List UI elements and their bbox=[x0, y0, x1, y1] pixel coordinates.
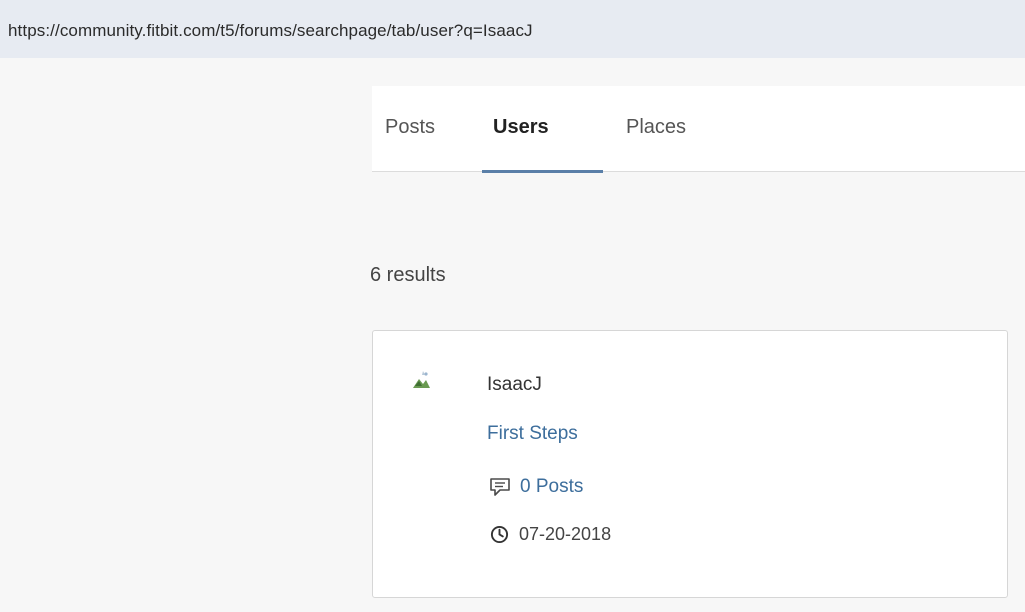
active-tab-indicator bbox=[482, 170, 603, 173]
user-join-date-text: 07-20-2018 bbox=[519, 524, 612, 544]
user-join-date: 07-20-2018 bbox=[487, 524, 611, 545]
broken-image-icon[interactable] bbox=[410, 369, 432, 391]
search-tabs: Posts Users Places bbox=[372, 86, 1025, 173]
speech-bubble-icon bbox=[490, 478, 510, 496]
user-result-card: IsaacJ First Steps 0 Posts 07-20-2018 bbox=[372, 330, 1008, 598]
address-url[interactable]: https://community.fitbit.com/t5/forums/s… bbox=[8, 21, 533, 41]
username-link[interactable]: IsaacJ bbox=[487, 374, 542, 396]
tab-places[interactable]: Places bbox=[626, 116, 686, 139]
user-posts-count[interactable]: 0 Posts bbox=[520, 476, 583, 498]
user-rank: First Steps bbox=[487, 423, 578, 444]
user-posts-link[interactable]: 0 Posts bbox=[487, 476, 583, 498]
clock-icon bbox=[490, 525, 509, 544]
address-bar[interactable]: https://community.fitbit.com/t5/forums/s… bbox=[0, 0, 1025, 58]
search-page: Posts Users Places 6 results IsaacJ Firs… bbox=[0, 58, 1025, 612]
tab-posts[interactable]: Posts bbox=[385, 116, 435, 139]
results-count: 6 results bbox=[370, 264, 446, 286]
tab-users[interactable]: Users bbox=[493, 116, 549, 139]
